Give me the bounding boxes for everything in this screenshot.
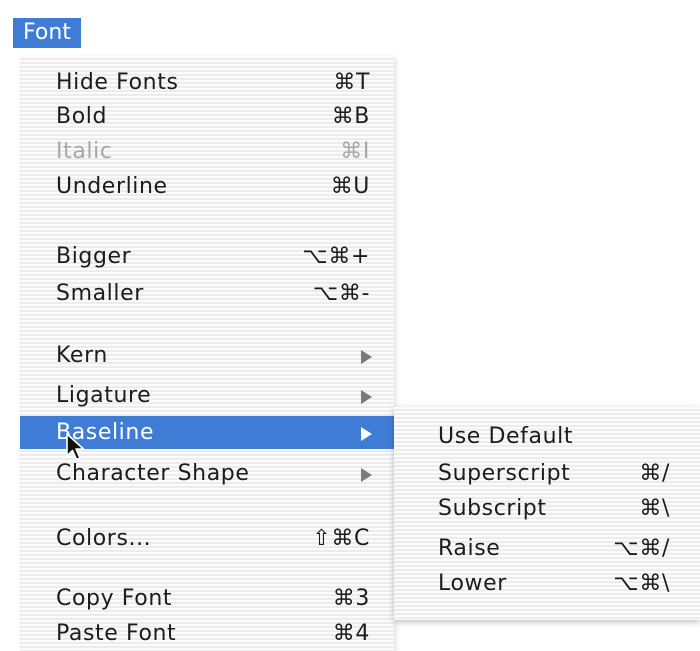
menu-item-paste-font[interactable]: Paste Font ⌘4	[20, 617, 394, 650]
menu-item-label: Copy Font	[56, 586, 173, 611]
submenu-arrow-icon	[361, 468, 372, 482]
arrow-pointer-icon	[66, 433, 85, 461]
menu-item-shortcut: ⌥⌘/	[613, 536, 670, 561]
menu-item-label: Hide Fonts	[56, 70, 179, 95]
font-menu: Hide Fonts ⌘T Bold ⌘B Italic ⌘I Underlin…	[20, 56, 394, 651]
submenu-item-use-default[interactable]: Use Default	[394, 420, 700, 453]
menu-item-shortcut: ⌥⌘+	[302, 244, 370, 269]
submenu-item-raise[interactable]: Raise ⌥⌘/	[394, 532, 700, 565]
screen: Font Hide Fonts ⌘T Bold ⌘B Italic ⌘I Und…	[0, 0, 700, 651]
menu-item-shortcut: ⌥⌘\	[613, 571, 670, 596]
menu-item-label: Kern	[56, 343, 108, 368]
menu-item-label: Bigger	[56, 244, 132, 269]
menu-item-shortcut: ⌘U	[330, 174, 370, 199]
menubar-font-title[interactable]: Font	[13, 18, 81, 48]
menu-item-label: Ligature	[56, 383, 152, 408]
submenu-item-superscript[interactable]: Superscript ⌘/	[394, 457, 700, 490]
menu-item-label: Subscript	[438, 496, 547, 521]
menu-item-label: Paste Font	[56, 621, 177, 646]
menu-item-label: Superscript	[438, 461, 571, 486]
menu-item-italic: Italic ⌘I	[20, 135, 394, 168]
menu-item-shortcut: ⇧⌘C	[312, 526, 370, 551]
menu-item-shortcut: ⌘\	[639, 496, 670, 521]
menu-item-hide-fonts[interactable]: Hide Fonts ⌘T	[20, 66, 394, 99]
menu-item-underline[interactable]: Underline ⌘U	[20, 170, 394, 203]
submenu-arrow-icon	[361, 350, 372, 364]
menu-item-label: Lower	[438, 571, 507, 596]
menu-item-bold[interactable]: Bold ⌘B	[20, 100, 394, 133]
menu-item-ligature[interactable]: Ligature	[20, 379, 394, 412]
menu-item-label: Use Default	[438, 424, 574, 449]
menu-item-smaller[interactable]: Smaller ⌥⌘-	[20, 277, 394, 310]
menu-item-shortcut: ⌘/	[639, 461, 670, 486]
menu-item-shortcut: ⌥⌘-	[312, 281, 370, 306]
menu-item-shortcut: ⌘4	[332, 621, 370, 646]
menu-item-colors[interactable]: Colors... ⇧⌘C	[20, 522, 394, 555]
menu-item-shortcut: ⌘B	[331, 104, 370, 129]
submenu-item-subscript[interactable]: Subscript ⌘\	[394, 492, 700, 525]
menu-item-label: Colors...	[56, 526, 152, 551]
menu-item-label: Italic	[56, 139, 113, 164]
menu-item-shortcut: ⌘T	[333, 70, 370, 95]
menu-item-label: Underline	[56, 174, 168, 199]
menu-item-shortcut: ⌘I	[340, 139, 370, 164]
menu-item-label: Bold	[56, 104, 108, 129]
submenu-arrow-icon	[361, 390, 372, 404]
submenu-item-lower[interactable]: Lower ⌥⌘\	[394, 567, 700, 600]
menu-item-bigger[interactable]: Bigger ⌥⌘+	[20, 240, 394, 273]
menu-item-label: Smaller	[56, 281, 144, 306]
baseline-submenu: Use Default Superscript ⌘/ Subscript ⌘\ …	[394, 407, 700, 620]
menu-item-kern[interactable]: Kern	[20, 339, 394, 372]
menu-item-copy-font[interactable]: Copy Font ⌘3	[20, 582, 394, 615]
menu-item-label: Raise	[438, 536, 501, 561]
submenu-arrow-icon	[361, 427, 372, 441]
menu-item-shortcut: ⌘3	[332, 586, 370, 611]
